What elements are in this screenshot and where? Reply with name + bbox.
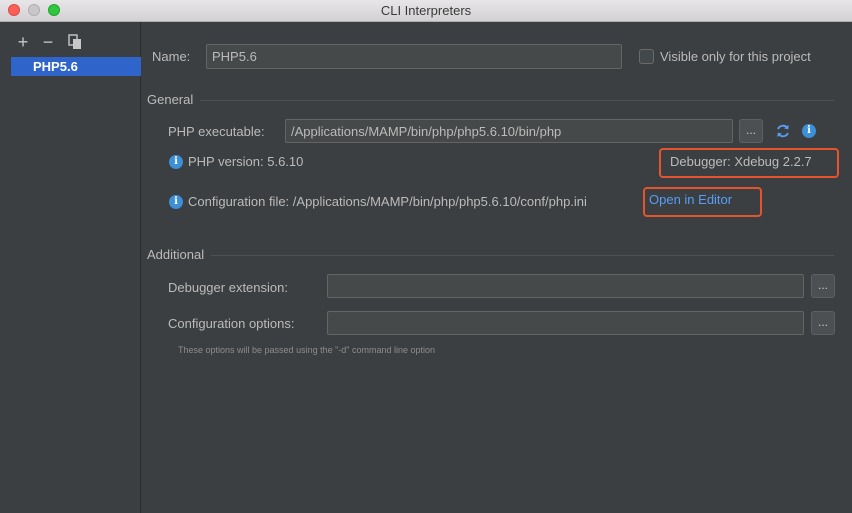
- configuration-options-hint: These options will be passed using the "…: [178, 345, 436, 355]
- php-version-text: PHP version: 5.6.10: [188, 154, 304, 169]
- debugger-extension-input[interactable]: [327, 274, 804, 298]
- debugger-extension-label: Debugger extension:: [168, 280, 288, 295]
- visible-only-checkbox[interactable]: [639, 49, 654, 64]
- title-bar: CLI Interpreters: [0, 0, 852, 22]
- additional-section-title: Additional: [147, 247, 205, 262]
- additional-separator: [211, 255, 834, 256]
- configuration-options-input[interactable]: [327, 311, 804, 335]
- configuration-options-browse-button[interactable]: ...: [811, 311, 835, 335]
- info-icon: i: [169, 195, 183, 209]
- general-section-title: General: [147, 92, 194, 107]
- php-executable-label: PHP executable:: [168, 124, 265, 139]
- general-separator: [200, 100, 834, 101]
- configuration-options-label: Configuration options:: [168, 316, 295, 331]
- visible-only-label: Visible only for this project: [660, 49, 811, 64]
- refresh-icon[interactable]: [775, 123, 791, 139]
- remove-icon[interactable]: −: [39, 33, 57, 51]
- copy-icon[interactable]: [66, 33, 84, 51]
- name-label: Name:: [152, 49, 191, 64]
- add-icon[interactable]: +: [14, 33, 32, 51]
- name-input[interactable]: [206, 44, 622, 69]
- open-in-editor-link[interactable]: Open in Editor: [649, 192, 732, 207]
- debugger-extension-browse-button[interactable]: ...: [811, 274, 835, 298]
- php-executable-input[interactable]: [285, 119, 733, 143]
- window-title: CLI Interpreters: [380, 3, 472, 18]
- interpreter-list-panel: + − PHP5.6: [0, 22, 141, 513]
- config-file-text: Configuration file: /Applications/MAMP/b…: [188, 194, 587, 209]
- info-icon: i: [169, 155, 183, 169]
- info-icon[interactable]: i: [802, 124, 816, 138]
- interpreter-item[interactable]: PHP5.6: [11, 57, 141, 76]
- php-executable-browse-button[interactable]: ...: [739, 119, 763, 143]
- debugger-text: Debugger: Xdebug 2.2.7: [670, 154, 812, 169]
